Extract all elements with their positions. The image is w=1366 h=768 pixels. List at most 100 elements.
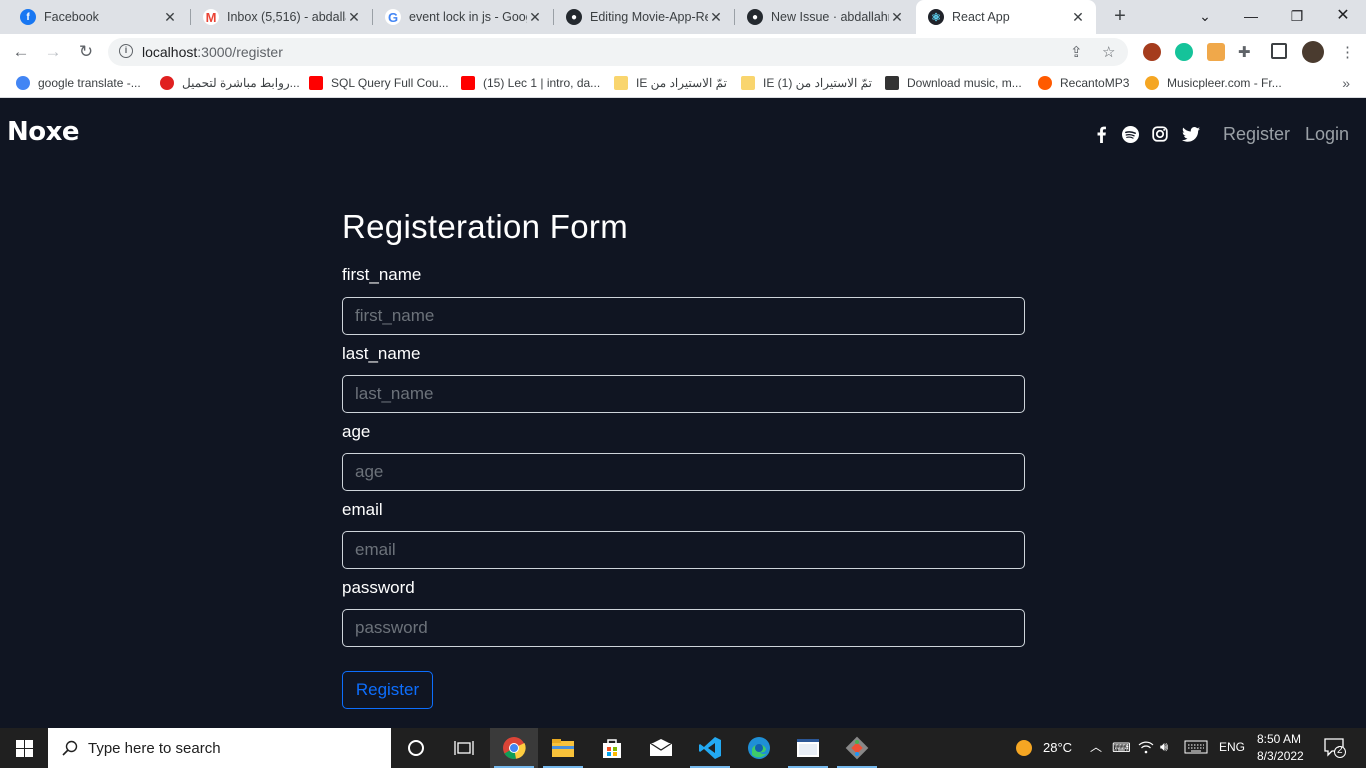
puzzle-icon[interactable]: ✚: [1238, 43, 1251, 61]
address-bar[interactable]: i localhost:3000/register ⇪ ☆: [108, 38, 1128, 66]
email-input[interactable]: [342, 531, 1025, 569]
language-indicator[interactable]: ENG: [1219, 740, 1245, 754]
age-input[interactable]: [342, 453, 1025, 491]
taskbar-mail[interactable]: [637, 728, 685, 768]
close-icon[interactable]: ✕: [162, 9, 178, 26]
taskbar-edge[interactable]: [735, 728, 783, 768]
google-icon: [16, 76, 30, 90]
tab-title: React App: [952, 10, 1010, 24]
bookmark-label: Musicpleer.com - Fr...: [1167, 76, 1282, 90]
restore-button[interactable]: ❐: [1274, 0, 1320, 34]
bookmark-item[interactable]: SQL Query Full Cou...: [309, 76, 449, 90]
input-method-icon[interactable]: ⌨: [1112, 740, 1131, 756]
close-window-button[interactable]: ✕: [1320, 0, 1366, 34]
nav-register-link[interactable]: Register: [1223, 124, 1290, 145]
bookmark-folder[interactable]: IE تمّ الاستيراد من: [614, 76, 727, 90]
cortana-button[interactable]: [392, 728, 440, 768]
close-icon[interactable]: ✕: [346, 9, 362, 26]
bookmark-item[interactable]: google translate -...: [16, 76, 141, 90]
first-name-input[interactable]: [342, 297, 1025, 335]
bookmark-item[interactable]: (15) Lec 1 | intro, da...: [461, 76, 600, 90]
forward-button[interactable]: →: [41, 40, 65, 64]
side-panel-icon[interactable]: [1271, 43, 1287, 59]
new-tab-button[interactable]: +: [1108, 5, 1132, 29]
bookmark-label: RecantoMP3: [1060, 76, 1130, 90]
url-host: localhost: [142, 44, 198, 60]
instagram-icon[interactable]: [1150, 124, 1170, 144]
close-icon[interactable]: ✕: [889, 9, 905, 26]
more-bookmarks-icon[interactable]: »: [1342, 75, 1350, 91]
weather-icon[interactable]: [1015, 739, 1033, 760]
menu-icon[interactable]: ⋮: [1340, 43, 1355, 61]
store-icon: [603, 739, 621, 758]
taskbar-vscode[interactable]: [686, 728, 734, 768]
wifi-icon[interactable]: [1138, 740, 1154, 757]
bookmark-folder[interactable]: IE (1) تمّ الاستيراد من: [741, 76, 872, 90]
close-icon[interactable]: ✕: [708, 9, 724, 26]
back-button[interactable]: ←: [9, 40, 33, 64]
age-label: age: [342, 422, 371, 441]
brand-logo[interactable]: Noxe: [7, 117, 80, 147]
folder-icon: [552, 739, 574, 757]
share-icon[interactable]: ⇪: [1070, 43, 1083, 61]
taskbar-file-explorer[interactable]: [539, 728, 587, 768]
nav-login-link[interactable]: Login: [1305, 124, 1349, 145]
folder-icon: [741, 76, 755, 90]
bookmark-item[interactable]: Musicpleer.com - Fr...: [1145, 76, 1282, 90]
gmail-icon: M: [203, 9, 219, 25]
reload-button[interactable]: ↻: [74, 40, 98, 64]
page-viewport: Noxe Register Login Registeration Form f…: [0, 103, 1366, 728]
vscode-icon: [699, 737, 721, 759]
tab-search-button[interactable]: ⌄: [1182, 0, 1228, 34]
bookmarks-bar: google translate -... روابط مباشرة لتحمي…: [0, 70, 1366, 98]
tab-google-search[interactable]: G event lock in js - Goog ✕: [373, 0, 553, 34]
task-view-button[interactable]: [440, 728, 488, 768]
extension-icon[interactable]: [1143, 43, 1161, 61]
windows-start-button[interactable]: [0, 728, 48, 768]
star-icon[interactable]: ☆: [1102, 43, 1115, 61]
url-text[interactable]: localhost:3000/register: [142, 44, 283, 60]
facebook-icon[interactable]: [1091, 124, 1111, 144]
spotify-icon[interactable]: [1120, 124, 1140, 144]
volume-icon[interactable]: 🔊︎: [1160, 739, 1168, 755]
notification-center-icon[interactable]: 2: [1324, 738, 1346, 761]
bookmark-label: (15) Lec 1 | intro, da...: [483, 76, 601, 90]
taskbar-search[interactable]: Type here to search: [48, 728, 391, 768]
tab-github-editing[interactable]: ● Editing Movie-App-Re ✕: [554, 0, 734, 34]
avatar[interactable]: [1302, 41, 1324, 63]
close-icon[interactable]: ✕: [1070, 9, 1086, 26]
tab-title: Inbox (5,516) - abdalla: [227, 10, 346, 24]
tab-github-issue[interactable]: ● New Issue · abdallahm ✕: [735, 0, 915, 34]
last-name-input[interactable]: [342, 375, 1025, 413]
recanto-icon: [1038, 76, 1052, 90]
task-view-icon: [454, 741, 474, 755]
chevron-up-icon[interactable]: ︿: [1090, 738, 1102, 755]
register-button[interactable]: Register: [342, 671, 433, 709]
tab-react-app[interactable]: ⚛ React App ✕: [916, 0, 1096, 34]
site-info-icon[interactable]: i: [119, 44, 133, 58]
extension-icon[interactable]: [1207, 43, 1225, 61]
clock-date[interactable]: 8/3/2022: [1257, 749, 1304, 763]
taskbar-chrome[interactable]: [490, 728, 538, 768]
tab-gmail[interactable]: M Inbox (5,516) - abdalla ✕: [191, 0, 372, 34]
taskbar-git-app[interactable]: [833, 728, 881, 768]
grammarly-icon[interactable]: [1175, 43, 1193, 61]
clock-time[interactable]: 8:50 AM: [1257, 732, 1301, 746]
tab-facebook[interactable]: f Facebook ✕: [8, 0, 188, 34]
weather-temperature[interactable]: 28°C: [1043, 740, 1072, 755]
github-icon: ●: [747, 9, 763, 25]
keyboard-icon[interactable]: [1184, 740, 1208, 757]
facebook-icon: f: [20, 9, 36, 25]
taskbar-store[interactable]: [588, 728, 636, 768]
close-icon[interactable]: ✕: [527, 9, 543, 26]
bookmark-label: SQL Query Full Cou...: [331, 76, 449, 90]
minimize-button[interactable]: —: [1228, 0, 1274, 34]
twitter-icon[interactable]: [1181, 124, 1201, 144]
bookmark-item[interactable]: RecantoMP3: [1038, 76, 1129, 90]
youtube-icon: [309, 76, 323, 90]
bookmark-item[interactable]: Download music, m...: [885, 76, 1022, 90]
taskbar-window-app[interactable]: [784, 728, 832, 768]
bookmark-label: Download music, m...: [907, 76, 1022, 90]
password-input[interactable]: [342, 609, 1025, 647]
bookmark-item[interactable]: روابط مباشرة لتحميل...: [160, 76, 300, 90]
